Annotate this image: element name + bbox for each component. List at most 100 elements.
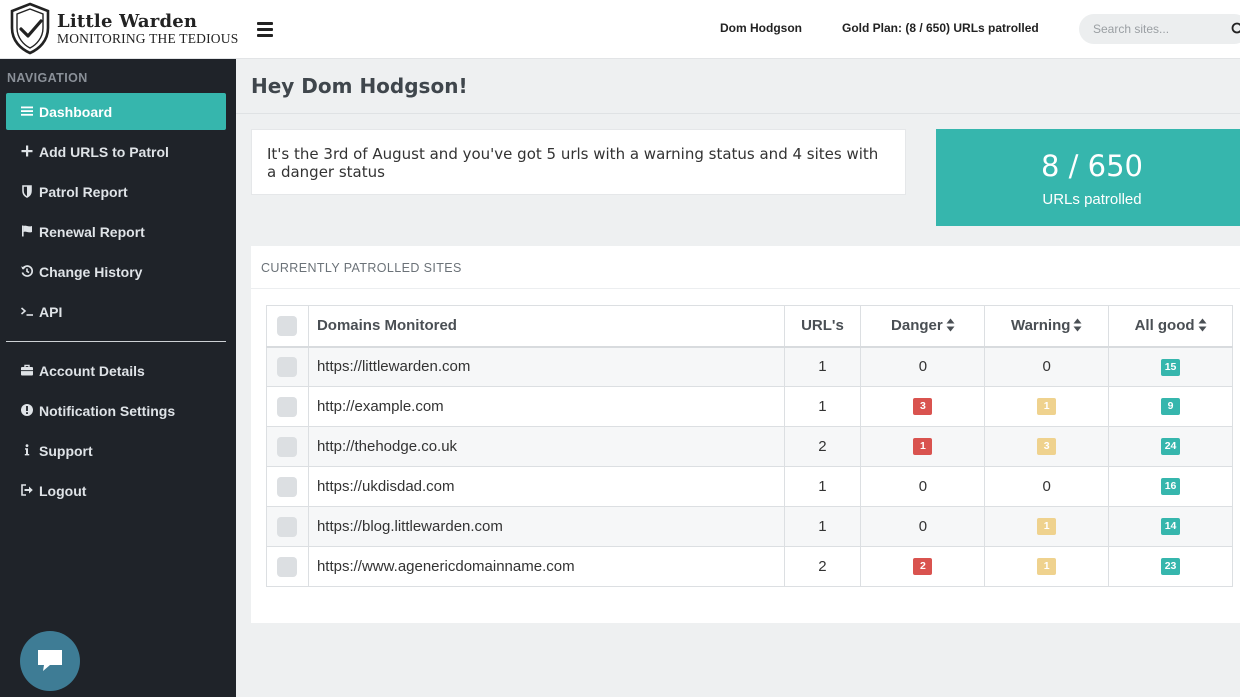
warning-badge: 1 — [1037, 558, 1057, 576]
table-row[interactable]: https://littlewarden.com 1 0 0 15 — [266, 346, 1233, 387]
chat-widget-button[interactable] — [20, 631, 80, 691]
row-checkbox[interactable] — [277, 476, 298, 497]
page-title: Hey Dom Hodgson! — [251, 74, 468, 98]
sidebar-item-label: Dashboard — [39, 104, 113, 120]
table-row[interactable]: https://www.agenericdomainname.com 2 2 1… — [266, 546, 1233, 587]
danger-badge: 2 — [913, 558, 933, 576]
header-danger-label: Danger — [891, 317, 943, 335]
good-cell: 16 — [1108, 466, 1233, 507]
stat-label: URLs patrolled — [1042, 191, 1142, 208]
table-row[interactable]: https://ukdisdad.com 1 0 0 16 — [266, 466, 1233, 507]
briefcase-icon — [21, 364, 33, 376]
sort-icon — [946, 318, 955, 332]
sidebar-item-notification-settings[interactable]: Notification Settings — [6, 392, 226, 429]
domain-cell[interactable]: https://littlewarden.com — [307, 346, 785, 387]
sidebar-item-dashboard[interactable]: Dashboard — [6, 93, 226, 130]
sidebar-item-support[interactable]: Support — [6, 432, 226, 469]
sidebar-item-label: Patrol Report — [39, 184, 128, 200]
menu-toggle-icon[interactable] — [257, 22, 275, 38]
sidebar-item-label: Logout — [39, 483, 87, 499]
good-badge: 24 — [1160, 438, 1181, 456]
header-urls: URL's — [783, 305, 862, 348]
warning-cell: 1 — [984, 506, 1110, 547]
table-row[interactable]: https://blog.littlewarden.com 1 0 1 14 — [266, 506, 1233, 547]
header-danger[interactable]: Danger — [860, 305, 986, 348]
good-badge: 14 — [1160, 518, 1181, 536]
panel-divider — [251, 288, 1240, 289]
sidebar-item-add-urls[interactable]: Add URLS to Patrol — [6, 133, 226, 170]
good-badge: 16 — [1160, 478, 1181, 496]
brand-name: Little Warden — [57, 11, 198, 32]
danger-count: 0 — [918, 478, 928, 495]
header-warning-label: Warning — [1010, 317, 1071, 335]
good-badge: 9 — [1161, 398, 1181, 416]
search-box — [1079, 14, 1240, 44]
row-select-cell — [266, 546, 309, 587]
warning-badge: 1 — [1037, 518, 1057, 536]
url-count-cell: 1 — [783, 466, 862, 507]
domain-cell[interactable]: https://blog.littlewarden.com — [307, 506, 785, 547]
plan-info: Gold Plan: (8 / 650) URLs patrolled — [842, 21, 1039, 35]
url-count-cell: 1 — [783, 386, 862, 427]
warning-cell: 0 — [984, 346, 1110, 387]
stat-value: 8 / 650 — [1040, 149, 1143, 183]
row-checkbox[interactable] — [277, 436, 298, 457]
patrolled-sites-panel: CURRENTLY PATROLLED SITES Domains Monito… — [251, 246, 1240, 623]
sidebar-item-api[interactable]: API — [6, 293, 226, 330]
search-icon[interactable] — [1231, 22, 1240, 36]
header-domains: Domains Monitored — [307, 305, 785, 348]
search-input[interactable] — [1093, 14, 1218, 44]
sidebar-item-renewal-report[interactable]: Renewal Report — [6, 213, 226, 250]
status-summary-text: It's the 3rd of August and you've got 5 … — [267, 145, 879, 181]
row-select-cell — [266, 506, 309, 547]
user-name-link[interactable]: Dom Hodgson — [720, 21, 802, 35]
good-cell: 15 — [1108, 346, 1233, 387]
sidebar-item-logout[interactable]: Logout — [6, 472, 226, 509]
shield-icon — [22, 185, 32, 198]
row-select-cell — [266, 346, 309, 387]
brand-logo[interactable]: Little Warden MONITORING THE TEDIOUS — [9, 2, 238, 56]
domain-cell[interactable]: http://example.com — [307, 386, 785, 427]
danger-badge: 3 — [913, 398, 933, 416]
danger-cell: 0 — [860, 466, 986, 507]
top-header: Little Warden MONITORING THE TEDIOUS Dom… — [0, 0, 1240, 59]
sidebar-item-label: Change History — [39, 264, 143, 280]
danger-cell: 2 — [860, 546, 986, 587]
warning-cell: 0 — [984, 466, 1110, 507]
exclamation-circle-icon — [21, 404, 33, 416]
sidebar-item-label: API — [39, 304, 63, 320]
row-select-cell — [266, 386, 309, 427]
domain-cell[interactable]: https://www.agenericdomainname.com — [307, 546, 785, 587]
history-icon — [21, 265, 33, 277]
danger-badge: 1 — [913, 438, 933, 456]
nav-divider — [6, 341, 226, 342]
row-select-cell — [266, 466, 309, 507]
table-row[interactable]: http://thehodge.co.uk 2 1 3 24 — [266, 426, 1233, 467]
header-all-good[interactable]: All good — [1108, 305, 1233, 348]
sidebar-item-label: Support — [39, 443, 93, 459]
domain-cell[interactable]: https://ukdisdad.com — [307, 466, 785, 507]
url-count-cell: 1 — [783, 346, 862, 387]
info-icon — [24, 444, 30, 456]
row-select-cell — [266, 426, 309, 467]
good-badge: 23 — [1160, 558, 1181, 576]
sidebar-item-patrol-report[interactable]: Patrol Report — [6, 173, 226, 210]
domain-cell[interactable]: http://thehodge.co.uk — [307, 426, 785, 467]
row-checkbox[interactable] — [277, 396, 298, 417]
danger-cell: 0 — [860, 346, 986, 387]
warning-badge: 3 — [1037, 438, 1057, 456]
sidebar-item-change-history[interactable]: Change History — [6, 253, 226, 290]
table-row[interactable]: http://example.com 1 3 1 9 — [266, 386, 1233, 427]
header-warning[interactable]: Warning — [984, 305, 1110, 348]
table-header-row: Domains Monitored URL's Danger Warning A… — [266, 305, 1233, 348]
sidebar-item-account-details[interactable]: Account Details — [6, 352, 226, 389]
warning-cell: 1 — [984, 546, 1110, 587]
nav-heading: NAVIGATION — [7, 71, 88, 85]
header-all-good-label: All good — [1134, 317, 1195, 335]
shield-check-logo-icon — [10, 2, 50, 55]
row-checkbox[interactable] — [277, 556, 298, 577]
row-checkbox[interactable] — [277, 356, 298, 377]
row-checkbox[interactable] — [277, 516, 298, 537]
select-all-checkbox[interactable] — [277, 315, 298, 336]
warning-count: 0 — [1042, 478, 1051, 495]
